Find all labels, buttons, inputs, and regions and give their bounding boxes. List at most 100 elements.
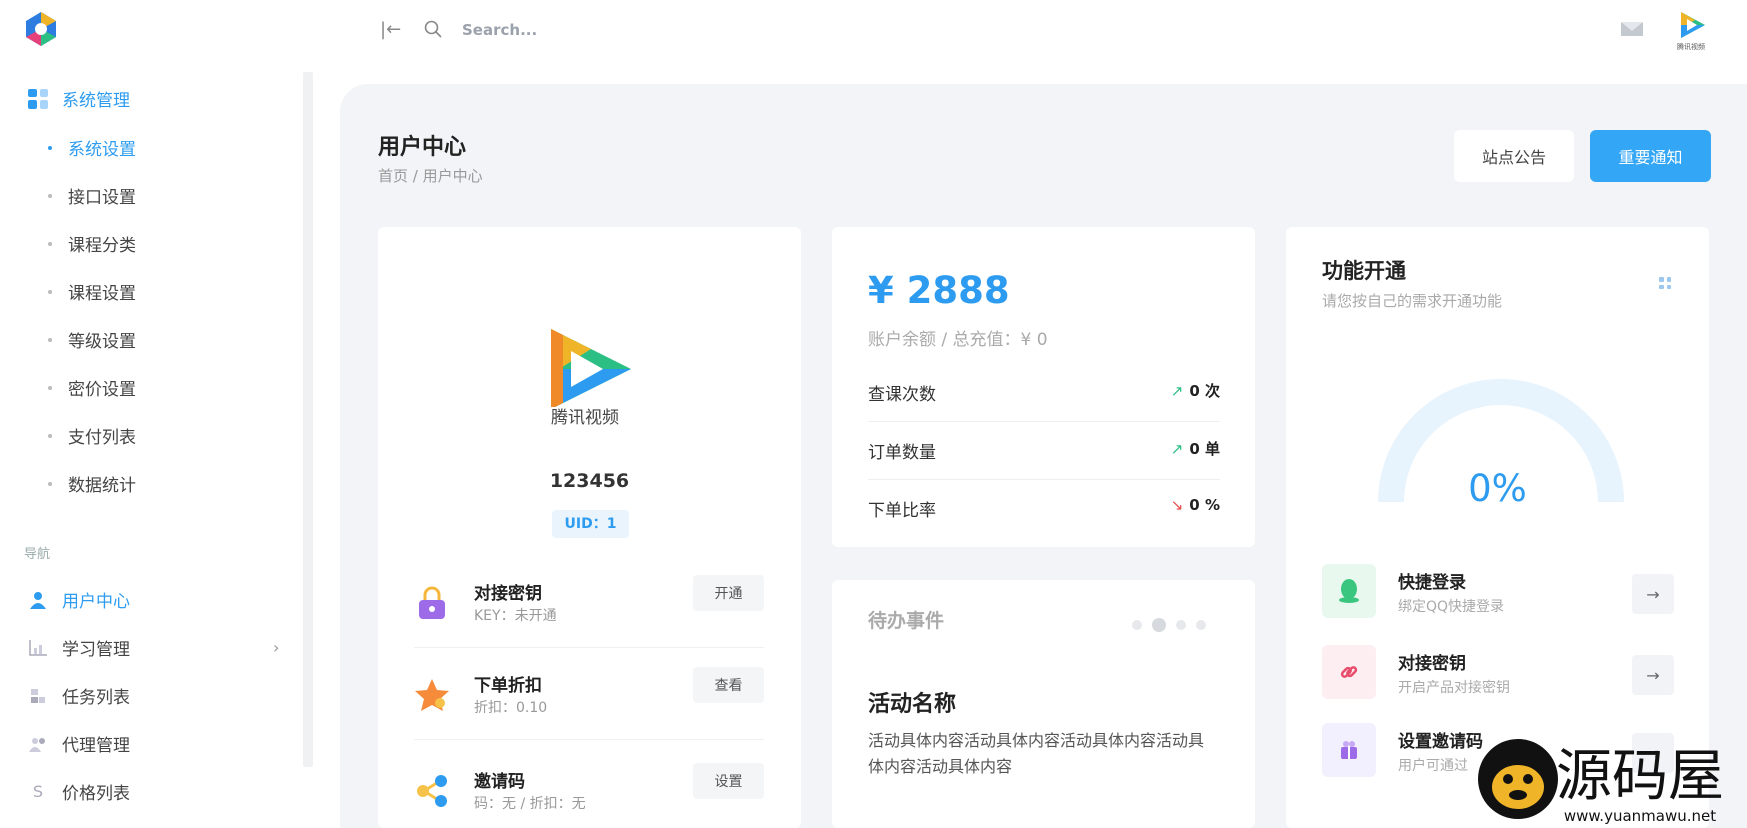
user-icon [28, 590, 48, 610]
collapse-sidebar-icon[interactable]: |← [380, 19, 401, 40]
function-subtitle: 用户可通过 [1398, 758, 1468, 774]
stat-value: 0 % [1189, 496, 1220, 514]
list-icon [28, 686, 48, 706]
search-icon [424, 20, 442, 38]
svg-text:源码屋: 源码屋 [1556, 744, 1724, 809]
feature-title: 邀请码 [474, 772, 525, 792]
site-notice-button[interactable]: 站点公告 [1454, 130, 1574, 182]
function-quick-login: 快捷登录 绑定QQ快捷登录 → [1322, 564, 1674, 624]
menu-group-label: 系统管理 [62, 91, 130, 111]
sidebar-item-label: 课程分类 [68, 236, 136, 256]
app-logo [26, 12, 56, 46]
stat-value: 0 次 [1189, 382, 1220, 400]
avatar-caption: 腾讯视频 [1677, 42, 1705, 51]
sidebar-scrollbar[interactable] [303, 72, 313, 767]
function-title: 对接密钥 [1398, 654, 1466, 674]
sidebar-item-system-settings[interactable]: 系统设置 [48, 135, 136, 160]
feature-subtitle: KEY：未开通 [474, 608, 557, 624]
arrow-right-icon[interactable]: → [1632, 655, 1674, 695]
balance-amount: ¥ 2888 [868, 269, 1010, 312]
top-bar: |← 腾讯视频 [380, 0, 1747, 62]
sidebar-item-label: 系统设置 [68, 140, 136, 160]
s-icon: S [32, 782, 44, 801]
profile-card: 腾讯视频 123456 UID：1 对接密钥 KEY：未开通 开通 下单折扣 折… [378, 227, 801, 828]
search-input[interactable] [462, 17, 762, 43]
sidebar-item-course-settings[interactable]: 课程设置 [48, 279, 136, 304]
bullet-icon [48, 433, 52, 438]
gift-icon [1322, 723, 1376, 777]
sidebar-item-course-category[interactable]: 课程分类 [48, 231, 136, 256]
sidebar-item-price-settings[interactable]: 密价设置 [48, 375, 136, 400]
user-avatar[interactable]: 腾讯视频 [1671, 8, 1711, 52]
watermark-logo: 源码屋 www.yuanmawu.net [1478, 739, 1724, 825]
enable-key-button[interactable]: 开通 [693, 575, 764, 611]
carousel-dots[interactable] [1132, 618, 1206, 632]
todo-title: 待办事件 [868, 610, 945, 632]
sidebar-item-level-settings[interactable]: 等级设置 [48, 327, 136, 352]
sidebar-item-label: 数据统计 [68, 476, 136, 496]
qq-icon [1322, 564, 1376, 618]
nav-section-label: 导航 [24, 547, 51, 562]
bullet-icon [48, 193, 52, 198]
stat-row: 订单数量 ↗ 0 单 [868, 438, 1220, 468]
feature-discount: 下单折扣 折扣：0.10 查看 [414, 667, 764, 727]
stat-row: 下单比率 ↘ 0 % [868, 496, 1220, 526]
sidebar-item-label: 课程设置 [68, 284, 136, 304]
trend-down-icon: ↘ [1170, 496, 1184, 514]
sidebar-item-price-list[interactable]: S 价格列表 [28, 779, 130, 804]
feature-subtitle: 折扣：0.10 [474, 700, 548, 716]
sidebar-item-task-list[interactable]: 任务列表 [28, 683, 130, 708]
trend-up-icon: ↗ [1170, 382, 1184, 400]
breadcrumb[interactable]: 首页 / 用户中心 [378, 165, 483, 186]
profile-avatar: 腾讯视频 [531, 329, 639, 427]
username: 123456 [549, 470, 630, 492]
sidebar-item-label: 代理管理 [62, 736, 130, 756]
functions-subtitle: 请您按自己的需求开通功能 [1322, 292, 1503, 310]
stat-value: 0 单 [1189, 440, 1220, 458]
stat-label: 订单数量 [868, 443, 936, 463]
function-api-key: 对接密钥 开启产品对接密钥 → [1322, 645, 1674, 705]
sidebar [0, 62, 290, 828]
feature-subtitle: 码：无 / 折扣：无 [474, 796, 586, 812]
sidebar-item-agent-management[interactable]: 代理管理 [28, 731, 130, 756]
progress-percent: 0% [1468, 467, 1527, 510]
uid-badge: UID：1 [552, 510, 629, 538]
mail-icon[interactable] [1621, 22, 1643, 36]
dashboard-icon [28, 88, 48, 109]
sidebar-item-user-center[interactable]: 用户中心 [28, 587, 130, 612]
chart-icon [28, 638, 48, 658]
functions-title: 功能开通 [1322, 259, 1406, 283]
sidebar-item-label: 等级设置 [68, 332, 136, 352]
important-notice-button[interactable]: 重要通知 [1590, 130, 1711, 182]
sidebar-item-label: 任务列表 [62, 688, 130, 708]
function-title: 设置邀请码 [1398, 732, 1483, 752]
divider [868, 479, 1220, 480]
sidebar-item-label: 支付列表 [68, 428, 136, 448]
menu-group-system[interactable]: 系统管理 [28, 86, 130, 111]
view-discount-button[interactable]: 查看 [693, 667, 764, 703]
chevron-right-icon: › [273, 638, 280, 657]
stat-label: 查课次数 [868, 385, 936, 405]
feature-title: 下单折扣 [474, 676, 542, 696]
sidebar-item-label: 价格列表 [62, 784, 130, 804]
divider [414, 647, 764, 648]
link-icon [1322, 645, 1376, 699]
lock-icon [419, 586, 445, 619]
set-invite-button[interactable]: 设置 [693, 763, 764, 799]
more-icon[interactable] [1659, 277, 1671, 289]
sidebar-item-label: 用户中心 [62, 592, 130, 612]
bullet-icon [48, 385, 52, 390]
function-subtitle: 开启产品对接密钥 [1398, 680, 1510, 696]
sidebar-item-statistics[interactable]: 数据统计 [48, 471, 136, 496]
feature-api-key: 对接密钥 KEY：未开通 开通 [414, 575, 764, 635]
sidebar-item-study-management[interactable]: 学习管理 › [28, 635, 279, 660]
sidebar-item-label: 密价设置 [68, 380, 136, 400]
agents-icon [28, 734, 48, 754]
divider [414, 739, 764, 740]
svg-text:www.yuanmawu.net: www.yuanmawu.net [1564, 807, 1716, 825]
feature-invite-code: 邀请码 码：无 / 折扣：无 设置 [414, 763, 764, 823]
arrow-right-icon[interactable]: → [1632, 574, 1674, 614]
avatar-caption: 腾讯视频 [551, 408, 619, 427]
sidebar-item-payment-list[interactable]: 支付列表 [48, 423, 136, 448]
sidebar-item-api-settings[interactable]: 接口设置 [48, 183, 136, 208]
